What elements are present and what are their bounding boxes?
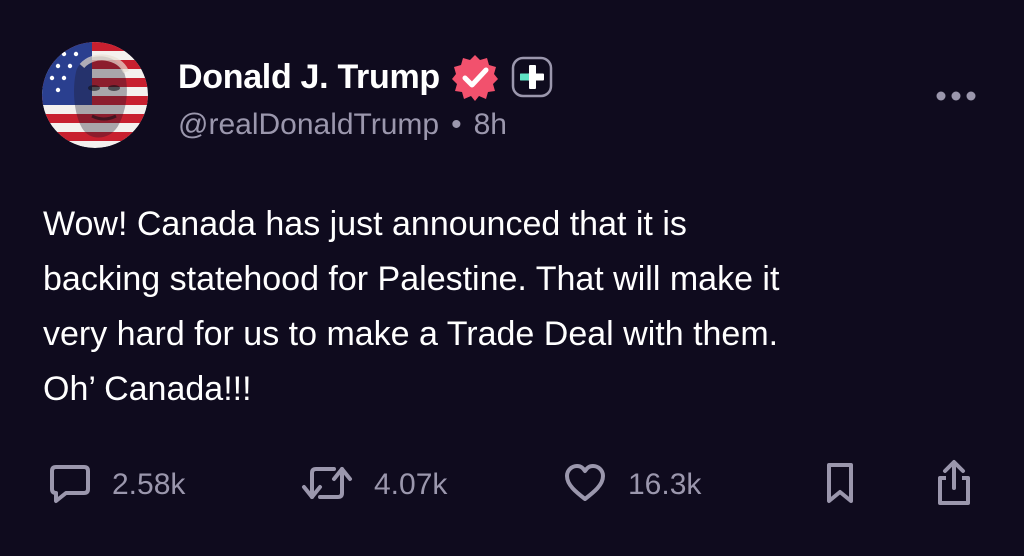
heart-icon	[562, 461, 608, 510]
share-icon	[932, 458, 976, 513]
repost-button[interactable]: 4.07k	[300, 460, 447, 510]
like-button[interactable]: 16.3k	[562, 460, 701, 510]
post-text-line: Wow! Canada has just announced that it i…	[43, 205, 687, 243]
bookmark-icon	[820, 460, 860, 511]
repost-icon	[300, 461, 354, 510]
reply-button[interactable]: 2.58k	[48, 460, 185, 510]
avatar[interactable]	[42, 42, 148, 148]
post-text-line: Oh’ Canada!!!	[43, 370, 252, 408]
post-text-line: very hard for us to make a Trade Deal wi…	[43, 315, 779, 353]
bookmark-button[interactable]	[820, 460, 860, 510]
plus-icon[interactable]	[510, 55, 554, 99]
verified-check-icon	[450, 52, 500, 102]
like-count: 16.3k	[628, 468, 702, 501]
post-text-line: backing statehood for Palestine. That wi…	[43, 260, 780, 298]
post-card: Donald J. Trump @realDonaldTrump • 8h Wo…	[0, 0, 1024, 556]
author-display-name[interactable]: Donald J. Trump	[178, 58, 440, 97]
post-body: Wow! Canada has just announced that it i…	[43, 197, 993, 417]
author-name-row: Donald J. Trump	[178, 52, 554, 102]
handle-separator: •	[451, 108, 462, 141]
reply-count: 2.58k	[112, 468, 186, 501]
repost-count: 4.07k	[374, 468, 448, 501]
more-options-button[interactable]	[934, 84, 978, 108]
avatar-image	[42, 42, 148, 148]
more-options-icon	[936, 91, 976, 101]
comment-icon	[48, 461, 92, 510]
author-handle-row: @realDonaldTrump • 8h	[178, 108, 507, 142]
author-handle[interactable]: @realDonaldTrump	[178, 108, 439, 142]
share-button[interactable]	[932, 458, 976, 513]
post-timestamp[interactable]: 8h	[474, 108, 507, 142]
